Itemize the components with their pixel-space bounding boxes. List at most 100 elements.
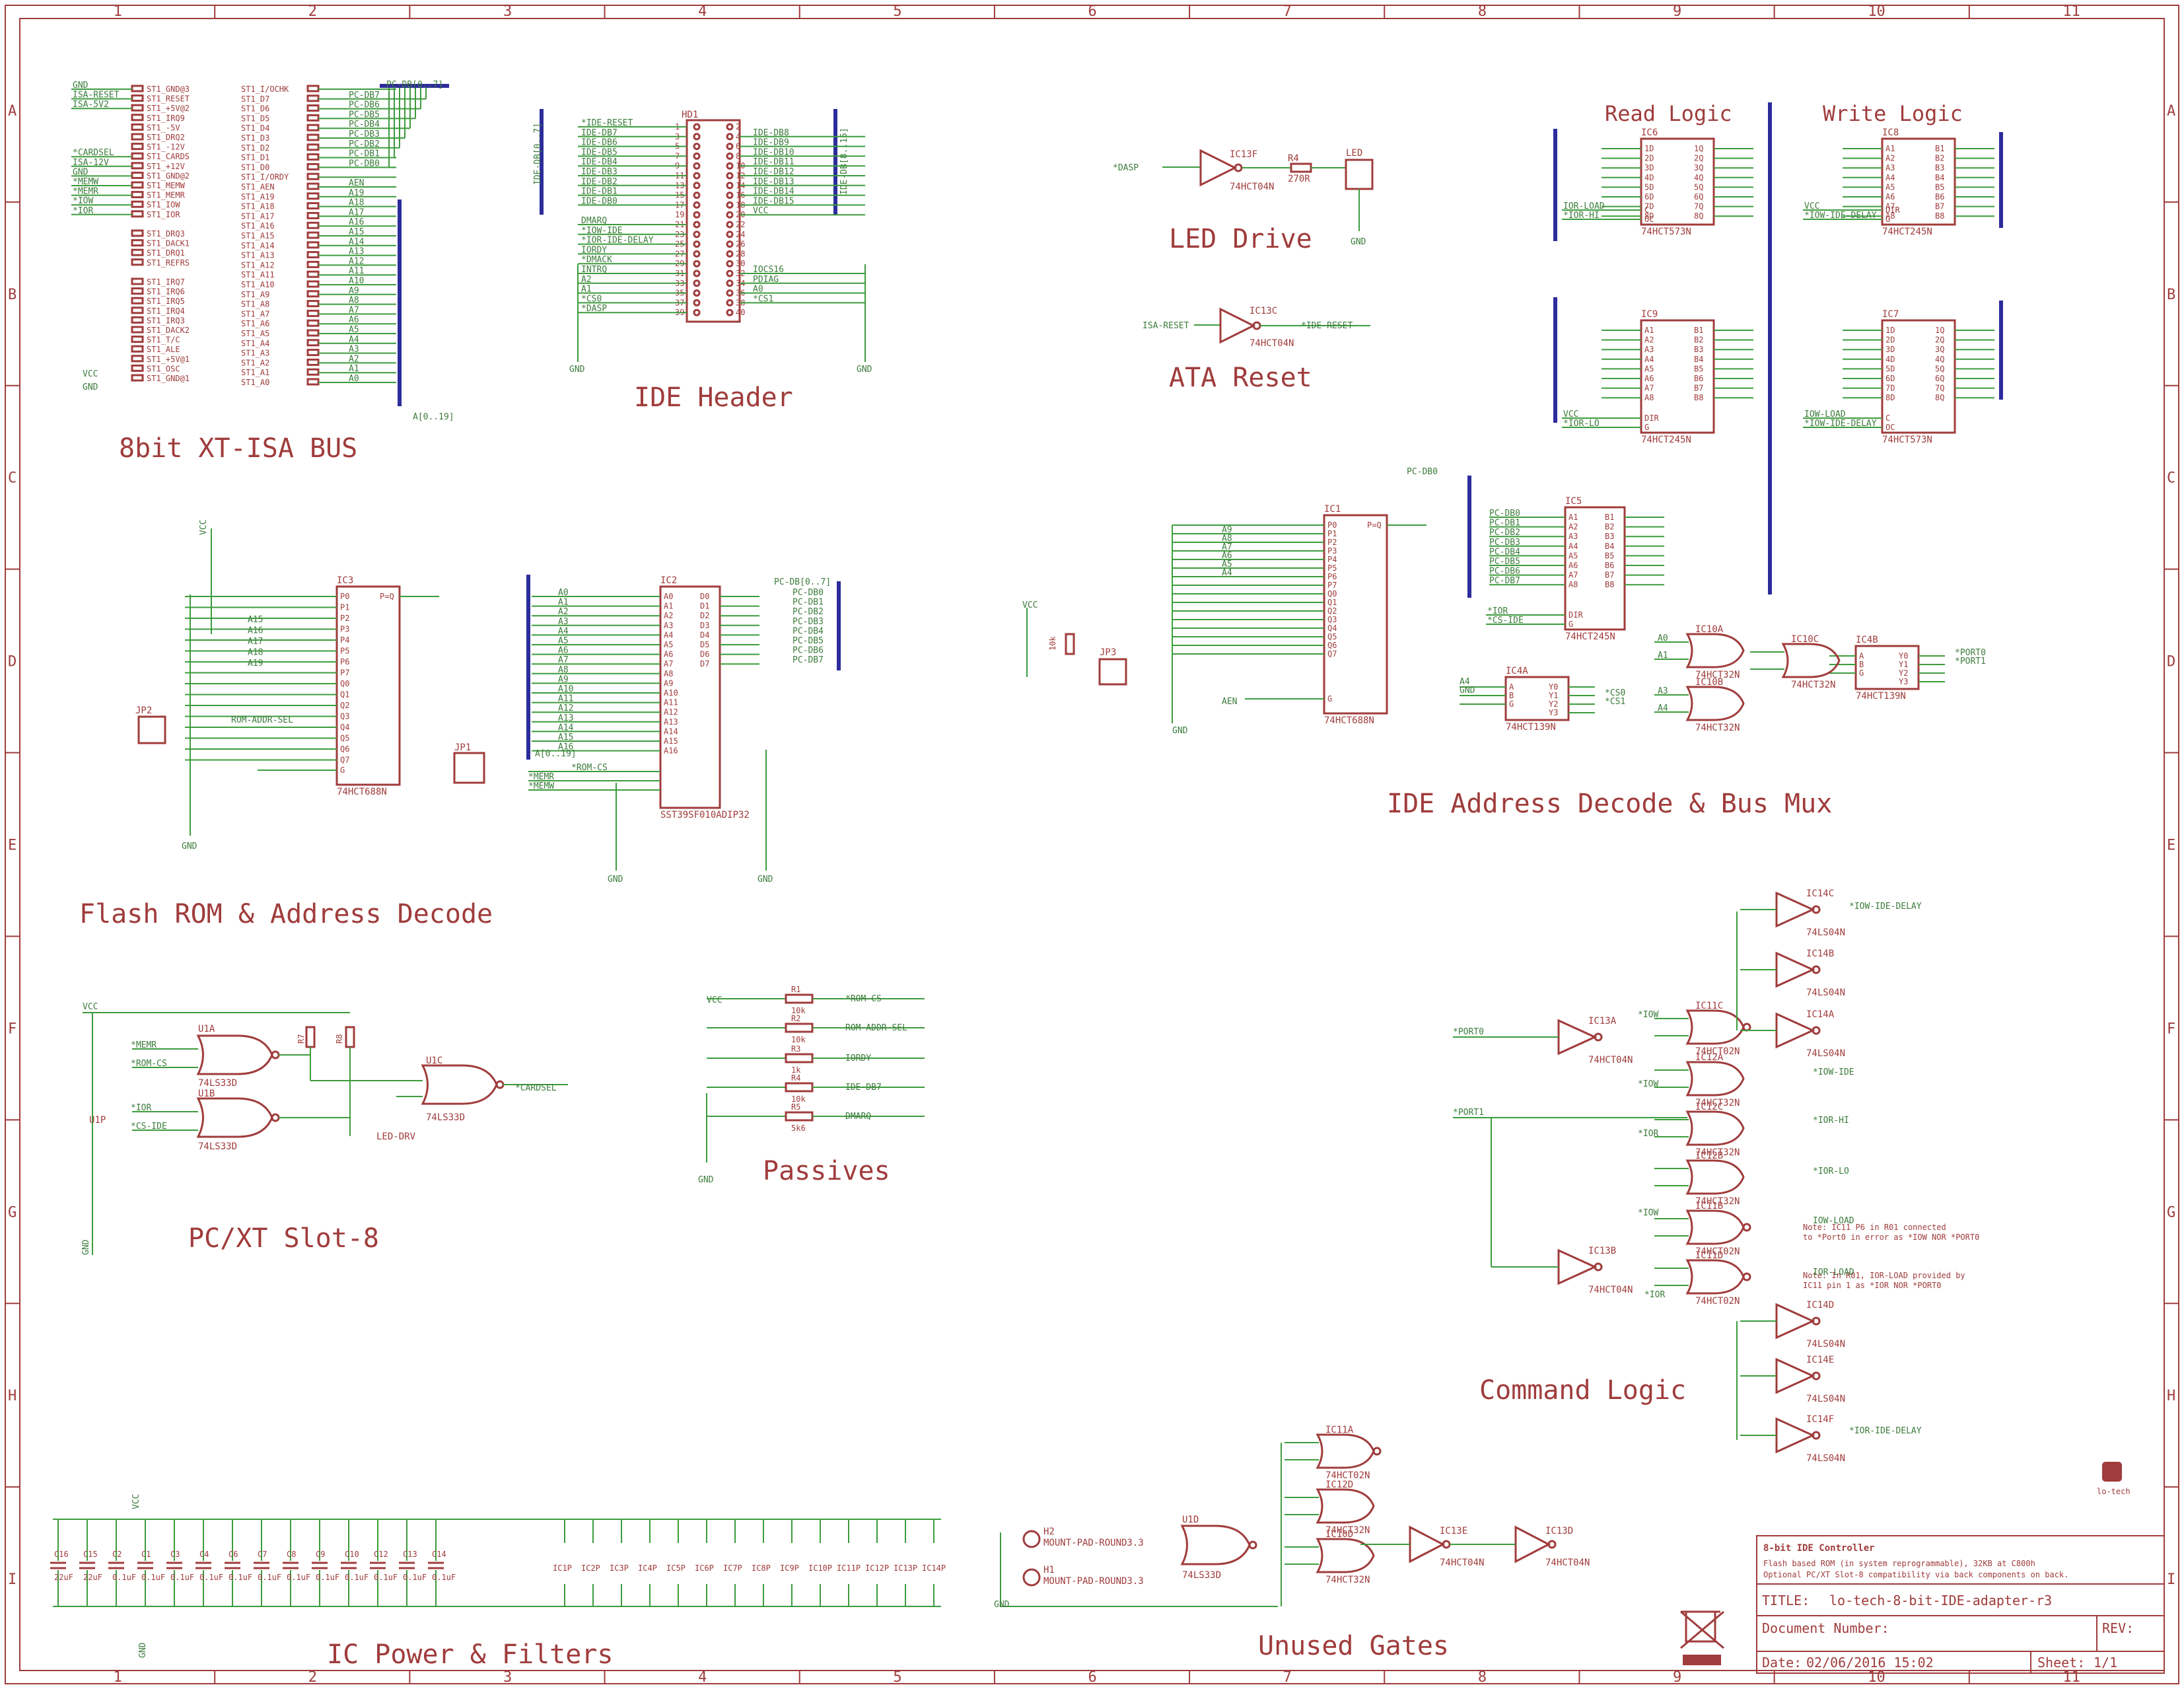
chip-in-label: B [1859, 660, 1864, 669]
chip-in-label: A8 [1568, 580, 1578, 589]
ide-right-net: A0 [753, 285, 763, 295]
gate-type: 74LS04N [1806, 1048, 1845, 1059]
chip-in-label: A1 [1568, 513, 1578, 522]
passive-val: 5k6 [791, 1124, 806, 1133]
chip-ref: IC4A [1506, 666, 1528, 676]
command-net: *IOW [1638, 1208, 1658, 1218]
led-ic-type: 74HCT04N [1230, 182, 1274, 192]
chip-type: 74HCT139N [1506, 722, 1556, 733]
isa-left-pin-label: ST1_-12V [147, 143, 185, 152]
chip-out-label: B3 [1605, 532, 1614, 541]
passive-net: DMARQ [845, 1112, 871, 1122]
ic-power-ref: IC2P [581, 1563, 600, 1573]
isa-left-pin-label: ST1_MEMR [147, 191, 186, 200]
row-label-left: H [8, 1388, 17, 1404]
chip-out-label: Y3 [1549, 708, 1558, 717]
passives-section-title: Passives [763, 1156, 890, 1186]
chip-in-label: A [1509, 682, 1514, 692]
chip-in-label: A5 [1885, 182, 1895, 192]
chip-out-label: D3 [700, 621, 709, 630]
command-net: *IOW-IDE-DELAY [1849, 902, 1922, 912]
isa-right-net-label: PC-DB4 [349, 120, 380, 129]
ic2-data-net: PC-DB0 [793, 588, 824, 598]
chip-in-label: 1D [1885, 326, 1895, 335]
ic2-addr-net: A11 [558, 694, 573, 704]
column-label-bottom: 6 [1088, 1669, 1097, 1686]
decode-section-title: IDE Address Decode & Bus Mux [1387, 789, 1832, 819]
chip-in-label: Q0 [1327, 589, 1337, 598]
flash-data-bus-label: PC-DB[0..7] [774, 577, 831, 587]
ide-left-net: IDE-DB2 [581, 177, 617, 187]
chip-in-label: A6 [664, 650, 673, 659]
isa-left-net-label: *MEMW [73, 177, 98, 187]
power-section-title: IC Power & Filters [327, 1639, 613, 1670]
chip-in-label: Q6 [340, 744, 349, 754]
gate-type: 74LS04N [1806, 927, 1845, 938]
isa-vcc-label: VCC [83, 369, 98, 379]
ic2-data-net: PC-DB5 [793, 636, 824, 646]
power-vcc-label: VCC [131, 1494, 141, 1509]
isa-right-net-label: A5 [349, 325, 359, 335]
chip-out-label: B6 [1935, 192, 1944, 201]
isa-right-net-label: A7 [349, 305, 359, 315]
column-label-top: 7 [1283, 3, 1292, 20]
gate-ref: IC10B [1695, 677, 1723, 688]
chip-ref: IC6 [1641, 127, 1658, 138]
rev-label: REV: [2102, 1620, 2134, 1636]
isa-right-net-label: PC-DB1 [349, 149, 380, 159]
isa-right-pin-label: ST1_A14 [241, 241, 275, 250]
column-label-bottom: 8 [1478, 1669, 1487, 1686]
ic3-addr-net: A19 [248, 659, 263, 668]
gate-type: 74HCT02N [1695, 1296, 1740, 1307]
column-label-bottom: 10 [1868, 1669, 1885, 1686]
isa-right-net-label: A0 [349, 374, 359, 384]
chip-in-label: A9 [664, 678, 673, 688]
chip-out-label: Y3 [1899, 677, 1908, 686]
column-label-bottom: 1 [114, 1669, 122, 1686]
chip-ctrl-label: OC [1644, 215, 1654, 224]
cap-ref: C4 [199, 1550, 209, 1559]
column-label-top: 10 [1868, 3, 1885, 20]
command-net: *PORT1 [1453, 1108, 1484, 1118]
gate-ref: IC10D [1325, 1529, 1353, 1540]
ic2-data-net: PC-DB1 [793, 598, 824, 608]
chip-out-label: B1 [1605, 513, 1614, 522]
ide-left-net: IDE-DB7 [581, 128, 617, 138]
passive-ref: R1 [791, 985, 800, 994]
isa-left-pin-label: ST1_DRQ3 [147, 229, 185, 238]
ide-pin-odd-num: 19 [675, 210, 684, 219]
row-label-left: G [8, 1204, 17, 1221]
cap-ref: C9 [316, 1550, 325, 1559]
chip-in-label: Q6 [1327, 641, 1337, 650]
chip-in-label: P2 [340, 614, 349, 623]
chip-ctrl-net: VCC [1804, 201, 1819, 211]
row-label-right: C [2167, 470, 2175, 487]
isa-right-net-label: PC-DB0 [349, 159, 380, 168]
row-label-left: D [8, 654, 17, 670]
gate-ref: IC11C [1695, 1001, 1723, 1011]
passives-gnd-label: GND [698, 1175, 714, 1185]
doc-number-label: Document Number: [1762, 1620, 1889, 1636]
row-label-right: H [2167, 1388, 2175, 1404]
column-label-top: 1 [114, 3, 122, 20]
chip-in-label: A5 [664, 640, 673, 649]
cap-val: 22uF [54, 1573, 73, 1582]
isa-right-pin-label: ST1_A6 [241, 319, 269, 328]
passive-ref: R5 [791, 1102, 800, 1112]
ic2-addr-net: A4 [558, 626, 569, 636]
isa-right-net-label: PC-DB6 [349, 100, 380, 110]
flash-address-bus-label: A[0..19] [535, 749, 577, 759]
chip-ctrl-net: *IOR [1487, 606, 1508, 616]
isa-left-pin-label: ST1_IRQ6 [147, 287, 185, 297]
slot-vcc-label: VCC [83, 1002, 98, 1012]
ide-bus-low-label: IDE-DB[0..7] [533, 123, 543, 185]
gate-ref: IC12B [1695, 1151, 1723, 1161]
isa-left-pin-label: ST1_REFRS [147, 258, 190, 268]
ide-right-net: IDE-DB9 [753, 138, 789, 148]
ic10-net: A3 [1658, 686, 1668, 696]
chip-out-label: 8Q [1694, 211, 1703, 221]
gate-ref: IC14F [1806, 1414, 1834, 1425]
ic2-addr-net: A3 [558, 617, 569, 627]
gate-type: 74HCT32N [1791, 680, 1835, 690]
chip-out-label: D1 [700, 602, 709, 611]
